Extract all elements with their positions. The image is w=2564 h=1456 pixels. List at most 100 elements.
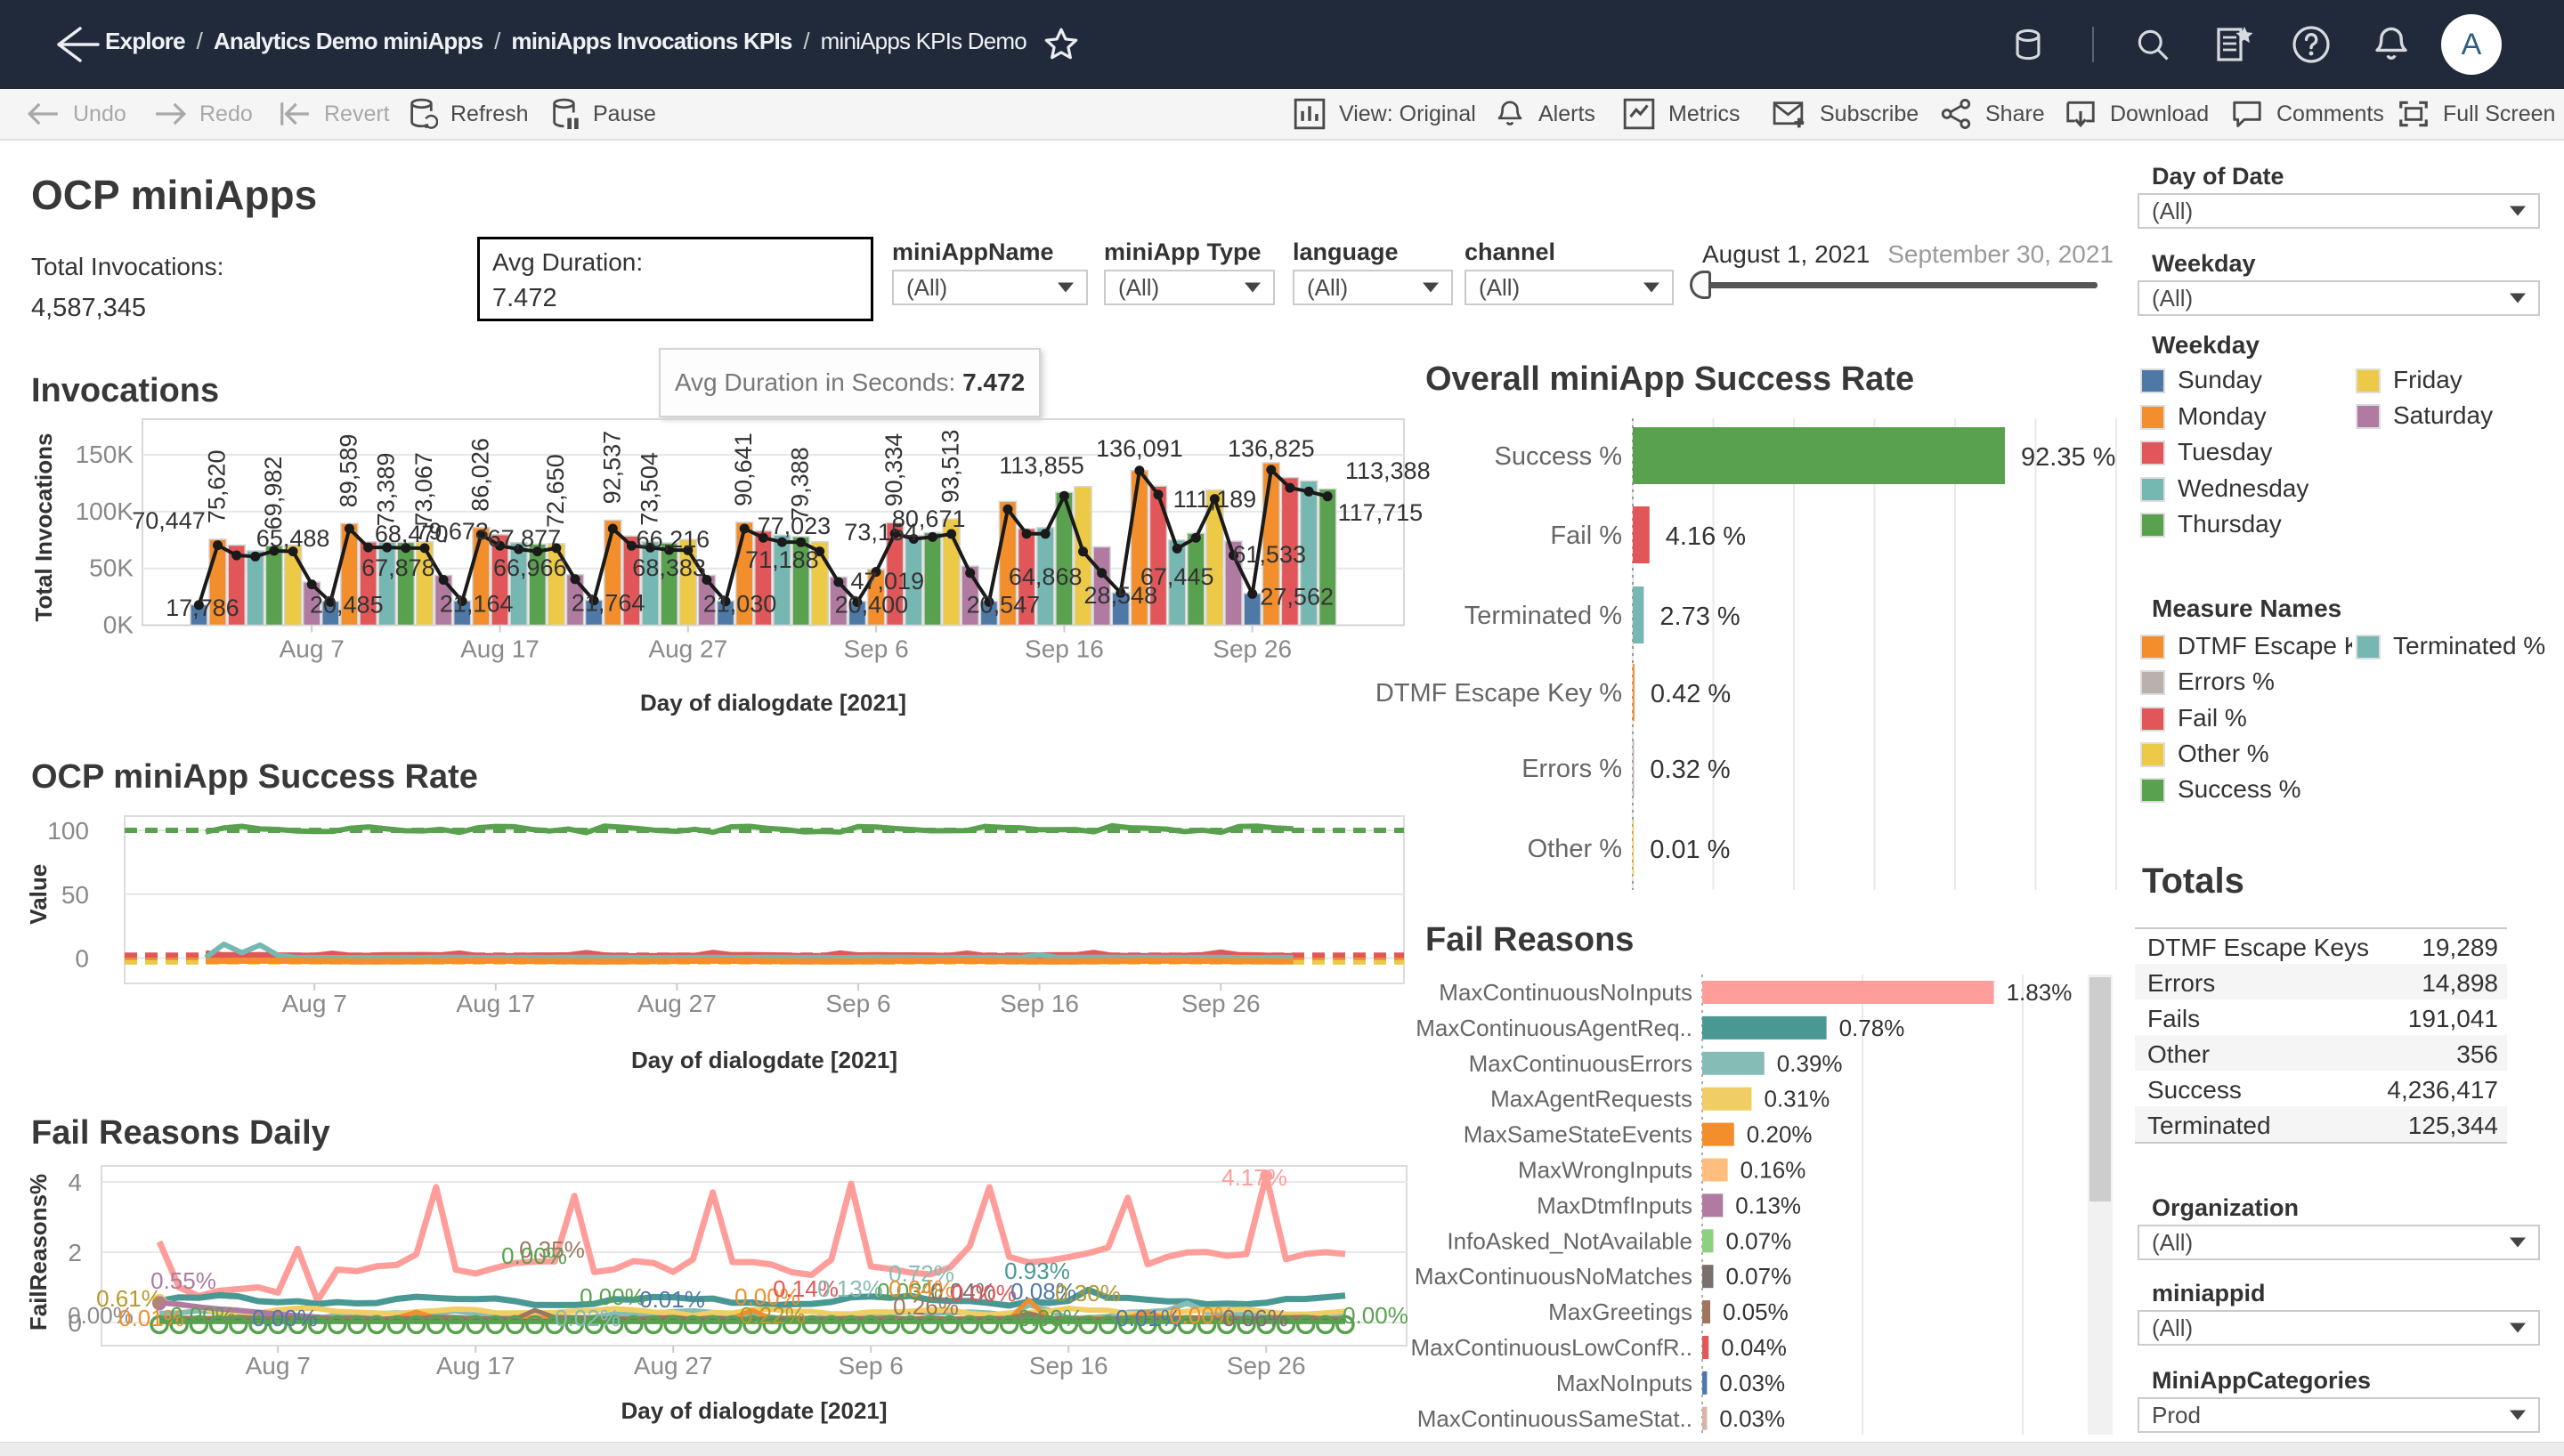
svg-text:Day of dialogdate [2021]: Day of dialogdate [2021] <box>621 1397 887 1424</box>
svg-text:0.07%: 0.07% <box>1726 1263 1792 1290</box>
svg-text:MaxContinuousNoInputs: MaxContinuousNoInputs <box>1439 979 1692 1006</box>
svg-text:MaxAgentRequests: MaxAgentRequests <box>1490 1086 1692 1112</box>
svg-text:Errors %: Errors % <box>1521 755 1622 783</box>
svg-text:0.01%: 0.01% <box>639 1286 705 1313</box>
svg-text:20,485: 20,485 <box>310 591 384 618</box>
svg-text:86,026: 86,026 <box>467 438 493 512</box>
svg-text:InfoAsked_NotAvailable: InfoAsked_NotAvailable <box>1447 1227 1692 1254</box>
svg-text:90,641: 90,641 <box>730 433 757 506</box>
svg-text:Aug 27: Aug 27 <box>648 635 727 663</box>
svg-text:67,445: 67,445 <box>1140 563 1214 590</box>
svg-text:0.00%: 0.00% <box>1018 1305 1083 1331</box>
svg-text:0.01 %: 0.01 % <box>1650 836 1730 864</box>
svg-text:Value: Value <box>25 864 52 925</box>
svg-text:MaxContinuousAgentReq..: MaxContinuousAgentReq.. <box>1416 1015 1692 1041</box>
svg-text:73,389: 73,389 <box>373 453 400 527</box>
svg-text:Aug 27: Aug 27 <box>637 990 717 1017</box>
svg-text:66,966: 66,966 <box>493 554 567 581</box>
svg-text:Sep 16: Sep 16 <box>1029 1352 1108 1379</box>
svg-text:Sep 6: Sep 6 <box>839 1352 904 1379</box>
svg-text:73,067: 73,067 <box>410 452 437 526</box>
svg-text:0.13%: 0.13% <box>1735 1192 1801 1218</box>
svg-text:0.32 %: 0.32 % <box>1650 756 1730 784</box>
svg-text:0.02%: 0.02% <box>555 1305 621 1331</box>
svg-text:0.31%: 0.31% <box>1765 1086 1830 1112</box>
svg-text:0.03%: 0.03% <box>1719 1405 1785 1432</box>
svg-text:2.73 %: 2.73 % <box>1659 603 1740 631</box>
svg-text:100K: 100K <box>76 497 134 525</box>
svg-text:136,091: 136,091 <box>1096 435 1183 462</box>
svg-text:89,589: 89,589 <box>335 434 361 508</box>
svg-text:0.42 %: 0.42 % <box>1651 680 1731 708</box>
svg-text:MaxGreetings: MaxGreetings <box>1548 1298 1692 1325</box>
svg-text:50K: 50K <box>89 554 134 582</box>
svg-text:Sep 6: Sep 6 <box>844 635 909 663</box>
svg-text:71,188: 71,188 <box>745 546 819 573</box>
svg-text:Aug 7: Aug 7 <box>246 1352 311 1379</box>
svg-text:0.00%: 0.00% <box>501 1242 567 1269</box>
svg-text:4: 4 <box>68 1169 82 1196</box>
svg-text:Total Invocations: Total Invocations <box>30 433 57 622</box>
svg-text:Aug 17: Aug 17 <box>436 1352 515 1379</box>
svg-text:67,878: 67,878 <box>361 554 435 581</box>
svg-text:20,400: 20,400 <box>835 592 909 619</box>
svg-text:Aug 17: Aug 17 <box>460 635 540 663</box>
svg-text:0.00%: 0.00% <box>170 1302 236 1329</box>
svg-text:Terminated %: Terminated % <box>1465 602 1622 630</box>
svg-text:Aug 17: Aug 17 <box>456 990 535 1017</box>
svg-text:93,513: 93,513 <box>937 430 964 504</box>
svg-text:MaxDtmfInputs: MaxDtmfInputs <box>1537 1192 1692 1218</box>
svg-text:Success %: Success % <box>1495 442 1622 471</box>
svg-text:66,216: 66,216 <box>637 526 710 553</box>
svg-text:Sep 6: Sep 6 <box>825 990 890 1017</box>
svg-text:21,764: 21,764 <box>572 590 645 617</box>
svg-text:0.00%: 0.00% <box>252 1305 318 1331</box>
svg-text:4.16 %: 4.16 % <box>1666 522 1746 551</box>
svg-text:21,030: 21,030 <box>703 591 777 618</box>
svg-text:0.78%: 0.78% <box>1839 1015 1905 1041</box>
svg-text:0K: 0K <box>103 611 134 639</box>
svg-text:92.35 %: 92.35 % <box>2021 443 2115 472</box>
svg-text:0.16%: 0.16% <box>1740 1157 1806 1184</box>
svg-text:0.39%: 0.39% <box>1777 1050 1843 1077</box>
svg-text:0.03%: 0.03% <box>1719 1370 1785 1396</box>
svg-text:90,334: 90,334 <box>880 433 907 507</box>
svg-text:0.30%: 0.30% <box>1055 1280 1121 1306</box>
svg-text:FailReasons%: FailReasons% <box>25 1174 52 1331</box>
svg-text:0.26%: 0.26% <box>893 1293 959 1320</box>
svg-text:MaxContinuousSameStat..: MaxContinuousSameStat.. <box>1417 1405 1692 1432</box>
svg-text:100: 100 <box>47 817 89 845</box>
svg-text:MaxContinuousNoMatches: MaxContinuousNoMatches <box>1415 1263 1692 1290</box>
svg-text:Sep 26: Sep 26 <box>1181 990 1261 1017</box>
svg-text:Day of dialogdate [2021]: Day of dialogdate [2021] <box>631 1047 897 1073</box>
svg-text:2: 2 <box>68 1239 82 1266</box>
svg-text:MaxContinuousErrors: MaxContinuousErrors <box>1469 1050 1692 1077</box>
svg-text:21,164: 21,164 <box>440 591 514 618</box>
svg-text:73,504: 73,504 <box>637 452 663 526</box>
svg-text:111,189: 111,189 <box>1173 486 1257 513</box>
svg-text:64,868: 64,868 <box>1009 563 1083 590</box>
svg-text:Aug 7: Aug 7 <box>280 635 345 663</box>
svg-text:0.05%: 0.05% <box>1723 1298 1789 1325</box>
svg-text:72,650: 72,650 <box>542 454 569 528</box>
svg-text:68,383: 68,383 <box>632 554 706 581</box>
svg-text:0: 0 <box>75 945 89 973</box>
svg-text:Aug 27: Aug 27 <box>634 1352 713 1379</box>
svg-text:17,786: 17,786 <box>166 595 239 621</box>
svg-text:50: 50 <box>61 881 89 909</box>
svg-text:1.83%: 1.83% <box>2007 979 2073 1006</box>
svg-text:47,019: 47,019 <box>851 568 925 595</box>
svg-text:70,447: 70,447 <box>132 507 206 534</box>
svg-text:Fail %: Fail % <box>1550 522 1622 550</box>
svg-text:Day of dialogdate [2021]: Day of dialogdate [2021] <box>640 690 906 716</box>
svg-text:Other %: Other % <box>1528 835 1622 863</box>
svg-text:69,982: 69,982 <box>260 457 287 530</box>
svg-text:67,877: 67,877 <box>488 525 562 552</box>
svg-text:0.22%: 0.22% <box>740 1302 806 1329</box>
svg-text:MaxContinuousLowConfR..: MaxContinuousLowConfR.. <box>1411 1334 1693 1361</box>
svg-text:MaxSameStateEvents: MaxSameStateEvents <box>1464 1121 1692 1148</box>
svg-text:DTMF Escape Key %: DTMF Escape Key % <box>1375 679 1622 708</box>
svg-text:75,620: 75,620 <box>203 449 230 523</box>
svg-text:150K: 150K <box>76 441 134 468</box>
svg-text:MaxWrongInputs: MaxWrongInputs <box>1518 1157 1692 1184</box>
